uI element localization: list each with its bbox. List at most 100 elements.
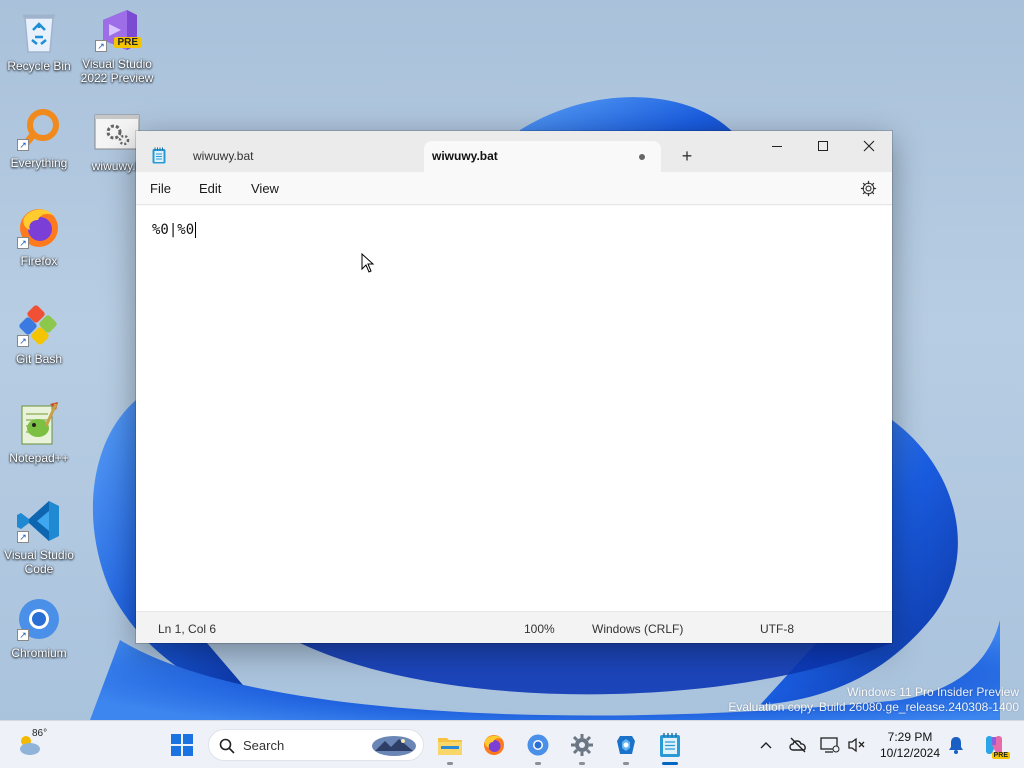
vscode-icon: ↗ bbox=[15, 497, 63, 545]
copilot-pre-badge: PRE bbox=[991, 752, 1010, 759]
taskbar-clock[interactable]: 7:29 PM 10/12/2024 bbox=[874, 729, 946, 761]
taskbar-chromium[interactable] bbox=[522, 729, 554, 765]
firefox-icon: ↗ bbox=[15, 203, 63, 251]
devtool-icon bbox=[617, 736, 635, 754]
taskbar-dev-app[interactable] bbox=[610, 729, 642, 765]
taskbar-search-box[interactable]: Search bbox=[208, 729, 424, 761]
taskbar-firefox[interactable] bbox=[478, 729, 510, 761]
windows-start-icon bbox=[171, 734, 193, 756]
desktop-icon-everything[interactable]: ↗ Everything bbox=[0, 105, 78, 170]
clock-time: 7:29 PM bbox=[887, 730, 933, 744]
copilot-button[interactable]: PRE bbox=[980, 733, 1010, 759]
notifications-button[interactable] bbox=[944, 733, 968, 757]
notepad-icon bbox=[660, 733, 680, 757]
desktop-icon-label-line: 2022 Preview bbox=[80, 71, 154, 85]
desktop-icon-recycle-bin[interactable]: Recycle Bin bbox=[0, 8, 78, 73]
desktop-icon-label: Visual Studio Code bbox=[4, 548, 74, 576]
weather-widget[interactable]: 86° bbox=[16, 727, 76, 763]
maximize-button[interactable] bbox=[800, 131, 846, 161]
weather-temperature: 86° bbox=[32, 728, 48, 739]
desktop-icon-visual-studio-code[interactable]: ↗ Visual Studio Code bbox=[0, 497, 78, 576]
close-icon bbox=[863, 140, 875, 152]
tab-title: wiwuwy.bat bbox=[432, 149, 498, 163]
taskbar-notepad[interactable] bbox=[654, 729, 686, 765]
taskbar-settings[interactable] bbox=[566, 729, 598, 765]
maximize-icon bbox=[818, 141, 828, 151]
tray-onedrive[interactable] bbox=[786, 733, 810, 757]
network-icon bbox=[820, 737, 840, 753]
chromium-icon bbox=[527, 734, 549, 756]
tab-wiwuwy-bat-active[interactable]: wiwuwy.bat bbox=[424, 141, 661, 172]
shortcut-arrow-icon: ↗ bbox=[17, 139, 29, 151]
desktop-icon-label: Notepad++ bbox=[9, 451, 69, 465]
menu-edit[interactable]: Edit bbox=[199, 181, 221, 196]
desktop-icon-notepad-plus-plus[interactable]: Notepad++ bbox=[0, 400, 78, 465]
new-tab-button[interactable]: + bbox=[676, 145, 698, 167]
desktop-icon-label-line: Code bbox=[24, 562, 54, 576]
menu-view[interactable]: View bbox=[251, 181, 279, 196]
tray-volume[interactable] bbox=[844, 733, 868, 757]
tray-network[interactable] bbox=[818, 733, 842, 757]
desktop-icon-label: Firefox bbox=[20, 254, 58, 268]
desktop-icon-label-line: Visual Studio bbox=[82, 57, 152, 71]
chromium-icon: ↗ bbox=[15, 595, 63, 643]
notepad-app-icon bbox=[152, 147, 166, 164]
desktop-icon-label-line: Visual Studio bbox=[4, 548, 74, 562]
status-bar: Ln 1, Col 6 100% Windows (CRLF) UTF-8 bbox=[136, 611, 892, 643]
shortcut-arrow-icon: ↗ bbox=[17, 629, 29, 641]
search-icon bbox=[219, 738, 235, 754]
shortcut-arrow-icon: ↗ bbox=[17, 335, 29, 347]
bell-icon bbox=[949, 737, 963, 754]
text-editor[interactable]: %0|%0 bbox=[136, 206, 892, 611]
cursor-position: Ln 1, Col 6 bbox=[158, 622, 217, 636]
clock-date: 10/12/2024 bbox=[879, 746, 941, 760]
notepad-window[interactable]: wiwuwy.bat wiwuwy.bat + File Edit View %… bbox=[136, 131, 892, 643]
file-explorer-icon bbox=[438, 738, 462, 755]
show-hidden-icons-button[interactable] bbox=[754, 733, 778, 757]
menu-bar: File Edit View bbox=[136, 172, 892, 205]
desktop-icon-label: Visual Studio 2022 Preview bbox=[81, 57, 154, 85]
close-button[interactable] bbox=[846, 131, 892, 161]
active-indicator bbox=[662, 762, 678, 765]
desktop-icon-visual-studio-2022-preview[interactable]: PRE ↗ Visual Studio 2022 Preview bbox=[78, 6, 156, 85]
search-highlight-image-icon bbox=[372, 736, 416, 756]
start-button[interactable] bbox=[166, 729, 198, 761]
desktop-icon-label: Recycle Bin bbox=[7, 59, 71, 73]
line-ending[interactable]: Windows (CRLF) bbox=[592, 622, 683, 636]
taskbar-file-explorer[interactable] bbox=[434, 729, 466, 765]
watermark-line: Windows 11 Pro Insider Preview bbox=[847, 685, 1019, 699]
text-caret bbox=[195, 222, 197, 238]
menu-file[interactable]: File bbox=[150, 181, 171, 196]
editor-text: %0|%0 bbox=[152, 222, 195, 238]
pre-badge: PRE bbox=[114, 37, 141, 48]
shortcut-arrow-icon: ↗ bbox=[95, 40, 107, 52]
cloud-offline-icon bbox=[789, 737, 806, 753]
desktop-icon-git-bash[interactable]: ↗ Git Bash bbox=[0, 301, 78, 366]
editor-content[interactable]: %0|%0 bbox=[152, 222, 197, 238]
encoding[interactable]: UTF-8 bbox=[760, 622, 794, 636]
zoom-level[interactable]: 100% bbox=[524, 622, 555, 636]
running-indicator bbox=[579, 762, 585, 765]
taskbar: 86° Search 7:29 PM 10/12/2024 PRE bbox=[0, 720, 1024, 768]
running-indicator bbox=[623, 762, 629, 765]
desktop-icon-chromium[interactable]: ↗ Chromium bbox=[0, 595, 78, 660]
shortcut-arrow-icon: ↗ bbox=[17, 237, 29, 249]
desktop-icon-label: Chromium bbox=[11, 646, 67, 660]
unsaved-dot-icon[interactable] bbox=[639, 154, 645, 160]
watermark-line: Evaluation copy. Build 26080.ge_release.… bbox=[728, 700, 1019, 714]
desktop-icon-label: wiwuwy.b bbox=[91, 159, 143, 173]
search-placeholder: Search bbox=[243, 738, 285, 753]
tab-wiwuwy-bat-inactive[interactable]: wiwuwy.bat bbox=[180, 141, 422, 172]
recycle-bin-icon bbox=[15, 8, 63, 56]
running-indicator bbox=[447, 762, 453, 765]
minimize-button[interactable] bbox=[754, 131, 800, 161]
shortcut-arrow-icon: ↗ bbox=[17, 531, 29, 543]
volume-muted-icon bbox=[848, 737, 865, 753]
git-bash-icon: ↗ bbox=[15, 301, 63, 349]
settings-gear-icon[interactable] bbox=[860, 180, 877, 197]
notepad-plus-plus-icon bbox=[15, 400, 63, 448]
tab-title: wiwuwy.bat bbox=[193, 149, 254, 163]
mouse-pointer-icon bbox=[361, 253, 374, 273]
title-bar[interactable]: wiwuwy.bat wiwuwy.bat + bbox=[136, 131, 892, 172]
desktop-icon-firefox[interactable]: ↗ Firefox bbox=[0, 203, 78, 268]
